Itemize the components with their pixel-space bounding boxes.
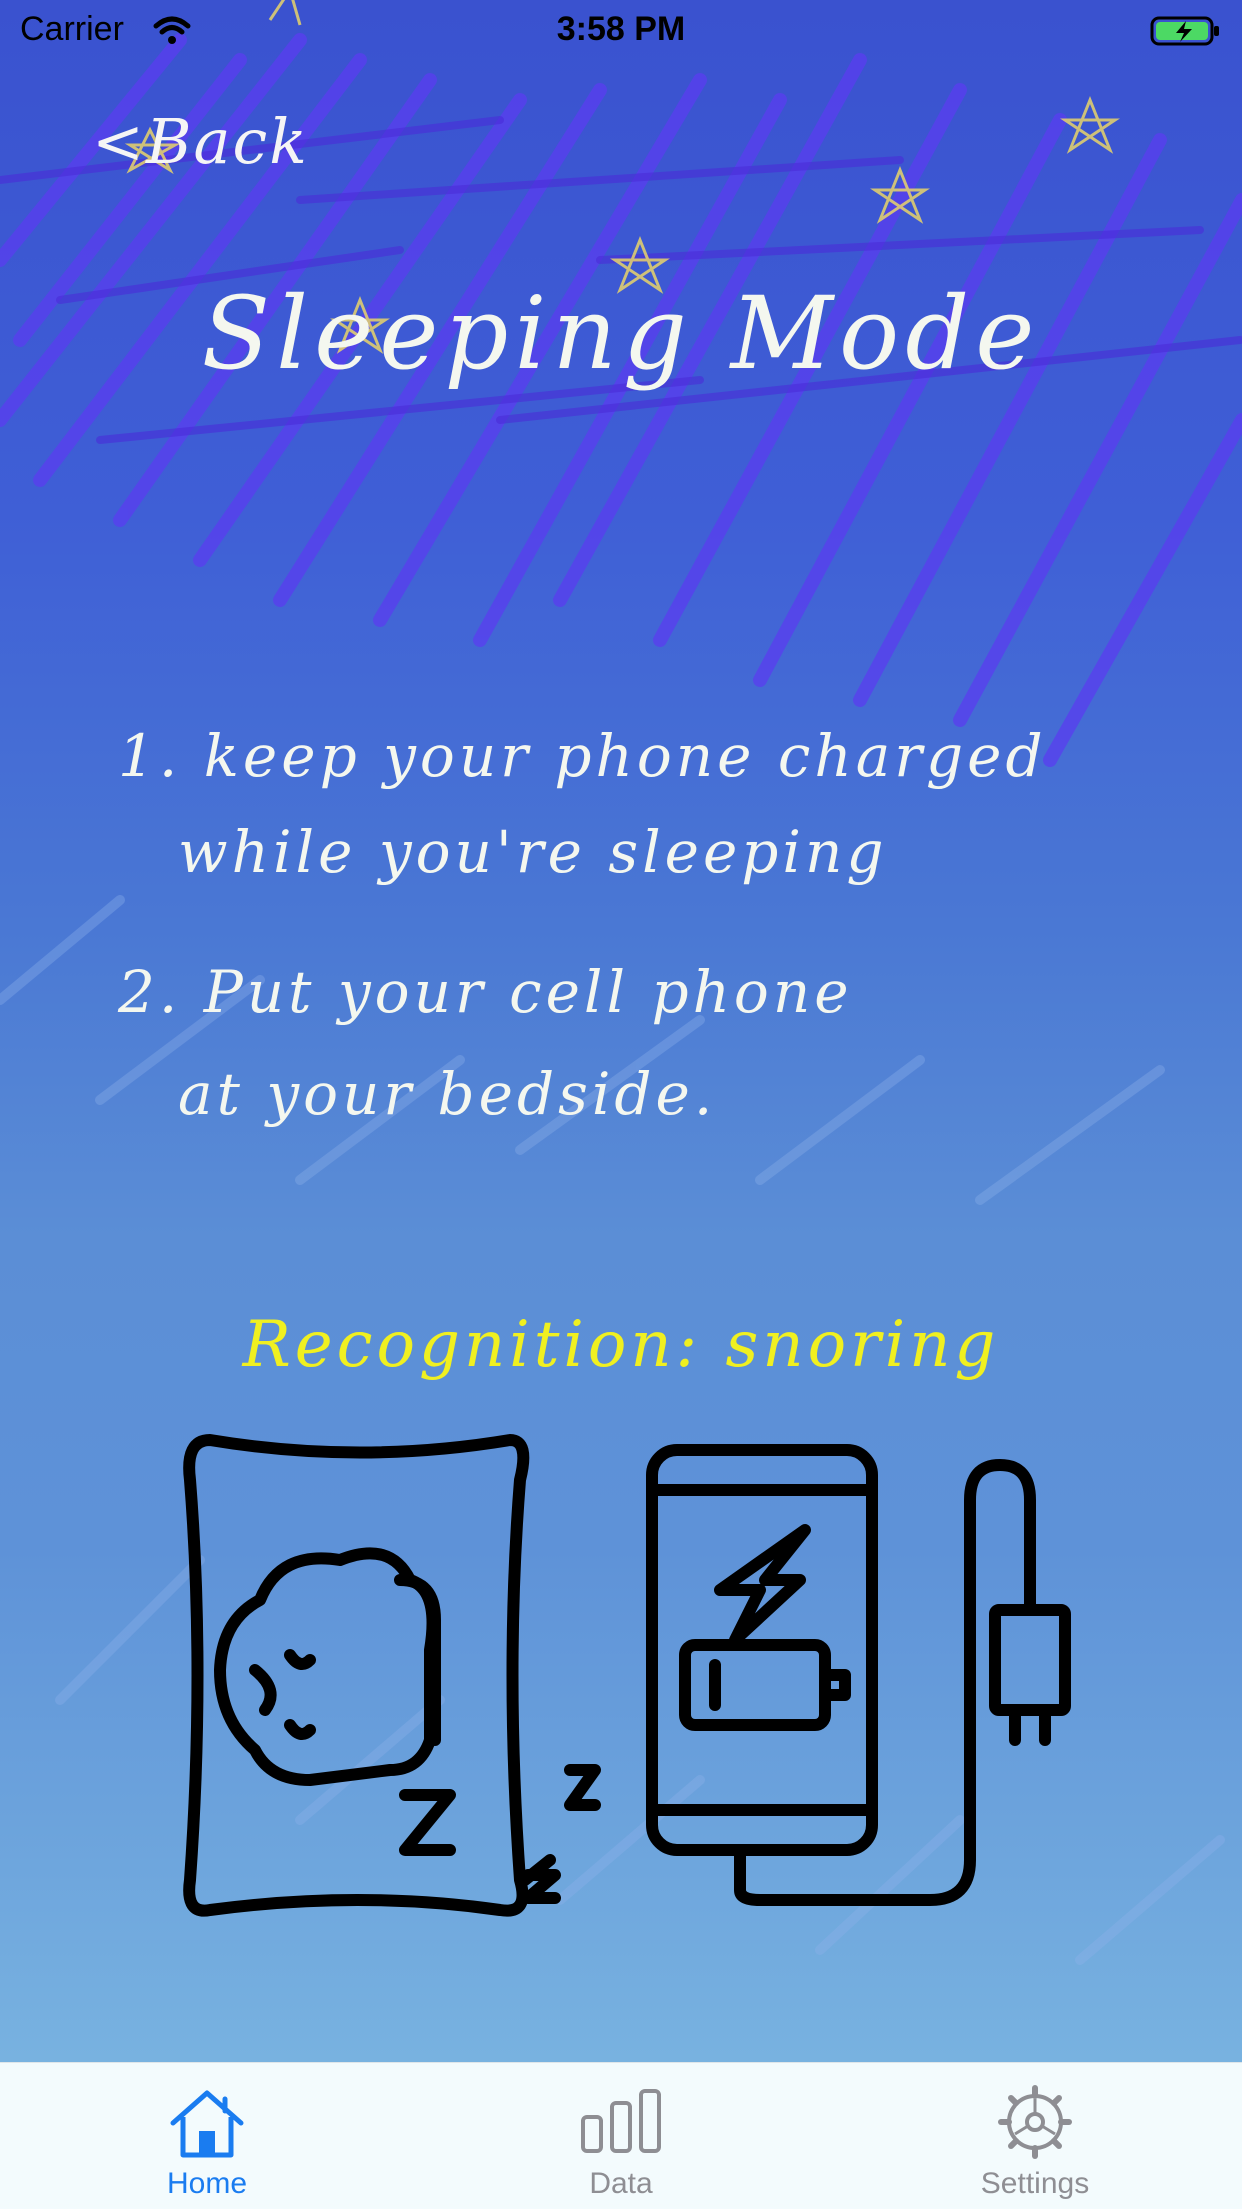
tab-data[interactable]: Data [414,2063,828,2209]
instruction-step-1-line-1: 1. keep your phone charged [118,722,1047,790]
battery-charging-icon [1150,16,1219,46]
back-button[interactable]: <Back [92,105,309,178]
instruction-step-2-line-1: 2. Put your cell phone [118,958,853,1026]
page-title: Sleeping Mode [201,275,1041,392]
tab-home-label: Home [166,2167,248,2200]
tab-bar: Home Data Settings [0,2062,1242,2209]
status-bar: Carrier 3:58 PM [0,0,1242,60]
phone-charging-icon [646,1444,1071,1906]
gear-icon [998,2085,1072,2159]
status-time: 3:58 PM [556,10,686,48]
sleeping-person-icon [183,1434,601,1917]
tab-settings-label: Settings [980,2167,1090,2200]
tab-settings[interactable]: Settings [828,2063,1242,2209]
instruction-step-1-line-2: while you're sleeping [178,818,888,886]
recognition-status: Recognition: snoring [242,1308,1000,1382]
home-icon [170,2090,244,2158]
instruction-step-2-line-2: at your bedside. [178,1060,717,1128]
tab-home[interactable]: Home [0,2063,414,2209]
tab-data-label: Data [589,2167,653,2200]
bar-chart-icon [581,2089,661,2153]
